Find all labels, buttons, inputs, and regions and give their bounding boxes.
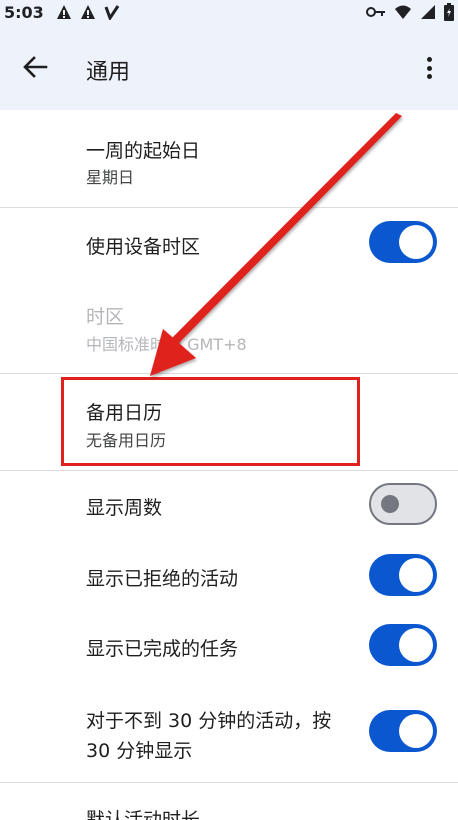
alert-icon xyxy=(56,5,71,19)
show-week-number-toggle[interactable] xyxy=(369,483,437,525)
app-bar: 通用 xyxy=(0,24,458,110)
show-completed-tasks-label: 显示已完成的任务 xyxy=(86,638,239,660)
timezone-label: 时区 xyxy=(86,306,125,328)
arrow-left-icon xyxy=(23,56,48,78)
back-button[interactable] xyxy=(20,52,50,82)
timezone-value: 中国标准时间 GMT+8 xyxy=(86,335,247,354)
setting-show-completed-tasks[interactable]: 显示已完成的任务 xyxy=(0,611,458,681)
signal-v-icon xyxy=(104,5,120,20)
show-completed-tasks-toggle[interactable] xyxy=(369,624,437,666)
wifi-icon xyxy=(395,5,411,19)
key-icon xyxy=(366,7,385,17)
more-vert-icon xyxy=(426,57,432,62)
status-right-icons xyxy=(366,3,454,21)
show-week-number-label: 显示周数 xyxy=(86,497,163,519)
use-device-timezone-label: 使用设备时区 xyxy=(86,236,201,258)
setting-show-declined[interactable]: 显示已拒绝的活动 xyxy=(0,541,458,611)
status-left-icons xyxy=(56,4,120,20)
status-bar: 5:03 xyxy=(0,0,458,24)
setting-use-device-timezone[interactable]: 使用设备时区 xyxy=(0,208,458,278)
setting-default-duration[interactable]: 默认活动时长 xyxy=(0,783,458,820)
week-start-label: 一周的起始日 xyxy=(86,140,201,162)
setting-timezone: 时区 中国标准时间 GMT+8 xyxy=(0,290,458,372)
alert-icon xyxy=(80,5,95,19)
page-title: 通用 xyxy=(86,60,131,85)
use-device-timezone-toggle[interactable] xyxy=(369,221,437,263)
short-events-toggle[interactable] xyxy=(369,710,437,752)
setting-week-start[interactable]: 一周的起始日 星期日 xyxy=(0,110,458,207)
more-options-button[interactable] xyxy=(418,54,440,82)
battery-icon xyxy=(444,3,454,21)
setting-short-events[interactable]: 对于不到 30 分钟的活动，按 30 分钟显示 xyxy=(0,681,458,781)
default-duration-label: 默认活动时长 xyxy=(86,809,201,820)
setting-show-week-number[interactable]: 显示周数 xyxy=(0,471,458,541)
short-events-label-line1: 对于不到 30 分钟的活动，按 xyxy=(86,710,332,732)
highlight-box xyxy=(61,377,360,466)
short-events-label-line2: 30 分钟显示 xyxy=(86,740,193,762)
signal-icon xyxy=(421,5,435,19)
show-declined-label: 显示已拒绝的活动 xyxy=(86,568,239,590)
show-declined-toggle[interactable] xyxy=(369,554,437,596)
week-start-value: 星期日 xyxy=(86,168,135,187)
status-time: 5:03 xyxy=(4,2,44,22)
